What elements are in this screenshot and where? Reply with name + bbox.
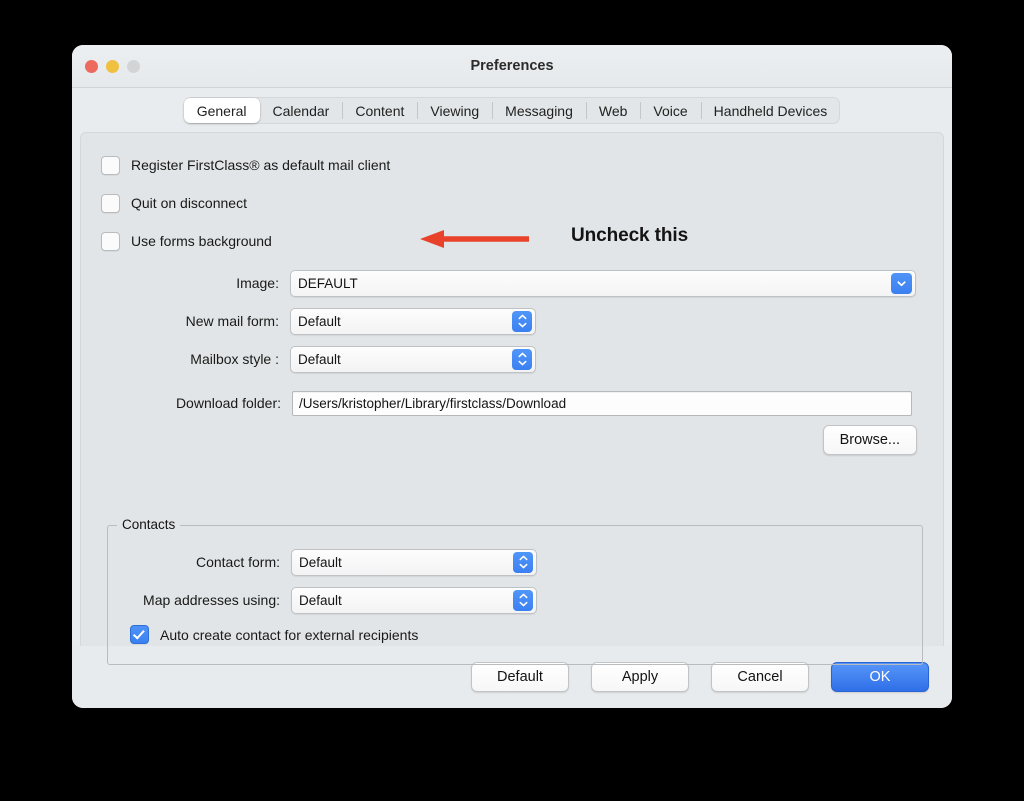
tab-messaging-label: Messaging (505, 102, 573, 119)
use-forms-background-label: Use forms background (131, 233, 272, 249)
stepper-up-down-icon[interactable] (512, 348, 532, 370)
apply-button[interactable]: Apply (591, 662, 689, 692)
quit-on-disconnect-checkbox[interactable] (101, 193, 120, 213)
new-mail-form-label: New mail form: (185, 313, 279, 329)
new-mail-form-popup[interactable]: Default (290, 307, 536, 335)
contact-form-popup[interactable]: Default (291, 548, 537, 576)
default-button[interactable]: Default (471, 662, 569, 692)
browse-button[interactable]: Browse... (822, 425, 917, 455)
general-panel: Register FirstClass® as default mail cli… (80, 132, 944, 665)
tab-voice-label: Voice (653, 102, 688, 119)
tab-content-label: Content (355, 102, 405, 119)
preferences-window: Preferences General Calendar Content Vie… (72, 45, 952, 708)
map-addresses-using-value: Default (299, 592, 342, 608)
row-contact-form: Contact form: Default (108, 543, 922, 581)
download-folder-label: Download folder: (175, 395, 281, 411)
contact-form-label: Contact form: (195, 554, 280, 570)
tab-viewing[interactable]: Viewing (417, 97, 492, 124)
register-default-mail-client-checkbox[interactable] (101, 155, 120, 175)
row-register-default-mail-client: Register FirstClass® as default mail cli… (101, 146, 943, 184)
mailbox-style-label: Mailbox style : (190, 351, 279, 367)
mailbox-style-popup[interactable]: Default (290, 345, 536, 373)
stepper-up-down-icon[interactable] (513, 589, 533, 611)
tab-handheld-devices[interactable]: Handheld Devices (700, 97, 841, 124)
row-browse: Browse... (81, 425, 943, 455)
row-image: Image: DEFAULT (81, 264, 943, 302)
row-quit-on-disconnect: Quit on disconnect (101, 184, 943, 222)
use-forms-background-checkbox[interactable] (101, 231, 120, 251)
row-download-folder: Download folder: /Users/kristopher/Libra… (81, 384, 943, 422)
tab-voice[interactable]: Voice (640, 97, 700, 124)
tabbar-container: General Calendar Content Viewing Messagi… (72, 88, 952, 132)
auto-create-contact-checkbox[interactable] (130, 625, 149, 644)
row-mailbox-style: Mailbox style : Default (81, 340, 943, 378)
quit-on-disconnect-label: Quit on disconnect (131, 195, 247, 211)
traffic-lights (85, 59, 140, 73)
window-titlebar: Preferences (72, 45, 952, 88)
tab-web[interactable]: Web (585, 97, 641, 124)
new-mail-form-value: Default (298, 313, 341, 329)
stepper-up-down-icon[interactable] (513, 551, 533, 573)
map-addresses-using-label: Map addresses using: (143, 592, 280, 608)
minimize-button-icon[interactable] (106, 59, 119, 73)
zoom-button-icon[interactable] (127, 59, 140, 73)
cancel-button[interactable]: Cancel (711, 662, 809, 692)
mailbox-style-value: Default (298, 351, 341, 367)
auto-create-contact-label: Auto create contact for external recipie… (160, 626, 419, 643)
tab-calendar-label: Calendar (272, 102, 330, 119)
tab-calendar[interactable]: Calendar (260, 97, 343, 124)
download-folder-value: /Users/kristopher/Library/firstclass/Dow… (299, 395, 567, 411)
contacts-group-title: Contacts (117, 517, 181, 532)
contact-form-value: Default (299, 554, 342, 570)
tab-content[interactable]: Content (342, 97, 417, 124)
tab-general[interactable]: General (183, 98, 260, 123)
row-map-addresses-using: Map addresses using: Default (108, 581, 922, 619)
close-button-icon[interactable] (85, 59, 98, 73)
image-popup[interactable]: DEFAULT (290, 269, 916, 297)
annotation-text: Uncheck this (571, 225, 689, 246)
image-label: Image: (236, 275, 279, 291)
tab-handheld-devices-label: Handheld Devices (713, 102, 828, 119)
annotation-arrow-icon (419, 229, 531, 254)
download-folder-input[interactable]: /Users/kristopher/Library/firstclass/Dow… (292, 390, 912, 416)
image-value: DEFAULT (298, 275, 358, 291)
tab-web-label: Web (598, 102, 628, 119)
tab-viewing-label: Viewing (430, 102, 480, 119)
stepper-up-down-icon[interactable] (512, 310, 532, 332)
contacts-groupbox: Contacts Contact form: Default Map addre… (107, 517, 923, 665)
ok-button[interactable]: OK (831, 662, 929, 692)
row-auto-create-contact: Auto create contact for external recipie… (130, 625, 922, 644)
window-title: Preferences (470, 58, 554, 74)
tab-general-label: General (196, 102, 247, 119)
row-new-mail-form: New mail form: Default (81, 302, 943, 340)
preferences-tabbar: General Calendar Content Viewing Messagi… (183, 97, 841, 124)
chevron-down-icon[interactable] (891, 272, 912, 294)
register-default-mail-client-label: Register FirstClass® as default mail cli… (131, 157, 391, 173)
map-addresses-using-popup[interactable]: Default (291, 586, 537, 614)
tab-messaging[interactable]: Messaging (492, 97, 586, 124)
